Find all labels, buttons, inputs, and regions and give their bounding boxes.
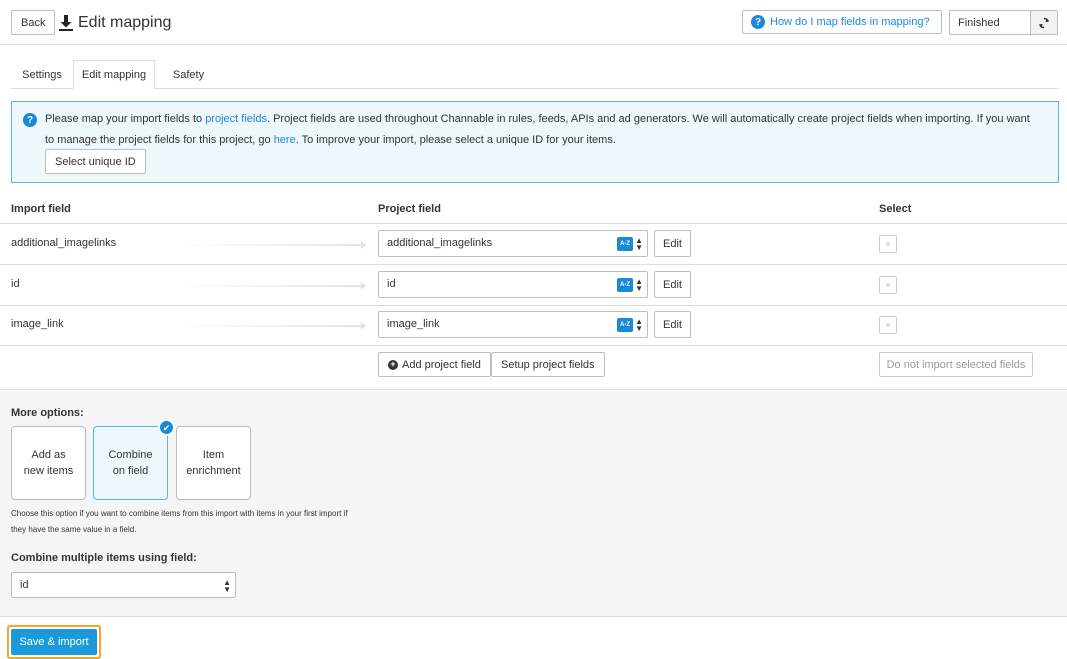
arrow-right-icon bbox=[180, 322, 366, 330]
import-field-header: Import field bbox=[11, 203, 71, 215]
page-title-wrap: Edit mapping bbox=[59, 10, 171, 35]
az-sort-icon[interactable]: A-Z bbox=[617, 237, 633, 251]
question-icon: ? bbox=[23, 113, 37, 127]
option-add-new-items[interactable]: Add as new items bbox=[11, 426, 86, 500]
combine-field-label: Combine multiple items using field: bbox=[11, 552, 197, 564]
option-line: new items bbox=[23, 465, 74, 477]
option-line: enrichment bbox=[186, 465, 241, 477]
project-field-select[interactable]: additional_imagelinks A-Z ▲ ▼ bbox=[378, 230, 648, 257]
back-button[interactable]: Back bbox=[11, 10, 56, 35]
setup-project-fields-button[interactable]: Setup project fields bbox=[491, 352, 605, 377]
import-field-name: id bbox=[11, 278, 20, 290]
edit-button[interactable]: Edit bbox=[654, 311, 691, 338]
table-row: image_link image_link A-Z ▲ ▼ Edit bbox=[0, 305, 1067, 346]
az-sort-icon[interactable]: A-Z bbox=[617, 278, 633, 292]
select-header: Select bbox=[879, 203, 912, 215]
project-field-select[interactable]: image_link A-Z ▲ ▼ bbox=[378, 311, 648, 338]
select-arrows-icon: ▲ ▼ bbox=[635, 236, 643, 252]
add-project-field-label: Add project field bbox=[402, 358, 481, 371]
table-row: id id A-Z ▲ ▼ Edit bbox=[0, 265, 1067, 306]
select-checkbox[interactable] bbox=[879, 235, 897, 253]
project-fields-link[interactable]: project fields bbox=[205, 113, 267, 125]
combine-field-select[interactable]: id ▲ ▼ bbox=[11, 572, 236, 598]
option-line: Add as bbox=[31, 449, 66, 461]
status-value: Finished bbox=[958, 16, 1000, 29]
select-arrows-icon: ▲ ▼ bbox=[635, 277, 643, 293]
select-checkbox[interactable] bbox=[879, 316, 897, 334]
more-options-title: More options: bbox=[11, 407, 84, 419]
help-link-label: How do I map fields in mapping? bbox=[770, 16, 930, 28]
more-options-panel: More options: Add as new items Combine o… bbox=[0, 391, 1067, 617]
mapping-table-header: Import field Project field Select bbox=[0, 196, 1067, 224]
table-actions: + Add project field Setup project fields… bbox=[0, 346, 1067, 390]
info-text: Please map your import fields to project… bbox=[45, 109, 1035, 150]
page-title: Edit mapping bbox=[78, 13, 172, 31]
option-item-enrichment[interactable]: Item enrichment bbox=[176, 426, 251, 500]
download-icon bbox=[59, 14, 73, 31]
arrow-right-icon bbox=[180, 241, 366, 249]
info-text-part: Please map your import fields to bbox=[45, 113, 206, 125]
project-field-value: image_link bbox=[387, 318, 440, 330]
option-label: Combine on field bbox=[108, 447, 152, 479]
select-checkbox[interactable] bbox=[879, 276, 897, 294]
select-unique-id-button[interactable]: Select unique ID bbox=[45, 149, 146, 174]
edit-button[interactable]: Edit bbox=[654, 230, 691, 257]
check-icon: ✔ bbox=[158, 419, 175, 436]
tab-safety[interactable]: Safety bbox=[161, 60, 216, 89]
option-label: Item enrichment bbox=[186, 447, 240, 479]
option-label: Add as new items bbox=[24, 447, 74, 479]
info-box: ? Please map your import fields to proje… bbox=[11, 101, 1059, 183]
header: Back Edit mapping ? How do I map fields … bbox=[0, 0, 1067, 45]
add-project-field-button[interactable]: + Add project field bbox=[378, 352, 491, 377]
do-not-import-button[interactable]: Do not import selected fields bbox=[879, 352, 1033, 377]
tab-edit-mapping[interactable]: Edit mapping bbox=[73, 60, 155, 89]
plus-circle-icon: + bbox=[388, 359, 398, 370]
option-line: on field bbox=[112, 465, 149, 477]
combine-field-value: id bbox=[20, 579, 29, 591]
save-import-button[interactable]: Save & import bbox=[11, 629, 97, 655]
project-field-value: id bbox=[387, 278, 396, 290]
az-sort-icon[interactable]: A-Z bbox=[617, 318, 633, 332]
import-field-name: additional_imagelinks bbox=[11, 237, 117, 249]
project-field-value: additional_imagelinks bbox=[387, 237, 493, 249]
status-select[interactable]: Finished bbox=[949, 10, 1058, 35]
tab-bar: Settings Edit mapping Safety bbox=[11, 60, 1059, 89]
question-icon: ? bbox=[751, 15, 765, 29]
save-highlight: Save & import bbox=[7, 625, 101, 659]
option-line: Item bbox=[202, 449, 225, 461]
edit-button[interactable]: Edit bbox=[654, 271, 691, 298]
project-field-header: Project field bbox=[378, 203, 441, 215]
tab-settings[interactable]: Settings bbox=[11, 60, 73, 89]
import-field-name: image_link bbox=[11, 318, 64, 330]
info-text-part: . To improve your import, please select … bbox=[295, 133, 616, 146]
option-line: Combine bbox=[108, 449, 153, 461]
select-arrows-icon: ▲ ▼ bbox=[223, 578, 231, 594]
arrow-right-icon bbox=[180, 282, 366, 290]
project-field-select[interactable]: id A-Z ▲ ▼ bbox=[378, 271, 648, 298]
option-combine-on-field[interactable]: Combine on field ✔ bbox=[93, 419, 175, 500]
refresh-icon[interactable] bbox=[1030, 11, 1057, 34]
select-arrows-icon: ▲ ▼ bbox=[635, 317, 643, 333]
help-link[interactable]: ? How do I map fields in mapping? bbox=[742, 10, 942, 34]
option-description: Choose this option if you want to combin… bbox=[11, 509, 348, 534]
here-link[interactable]: here bbox=[274, 134, 296, 146]
table-row: additional_imagelinks additional_imageli… bbox=[0, 224, 1067, 265]
